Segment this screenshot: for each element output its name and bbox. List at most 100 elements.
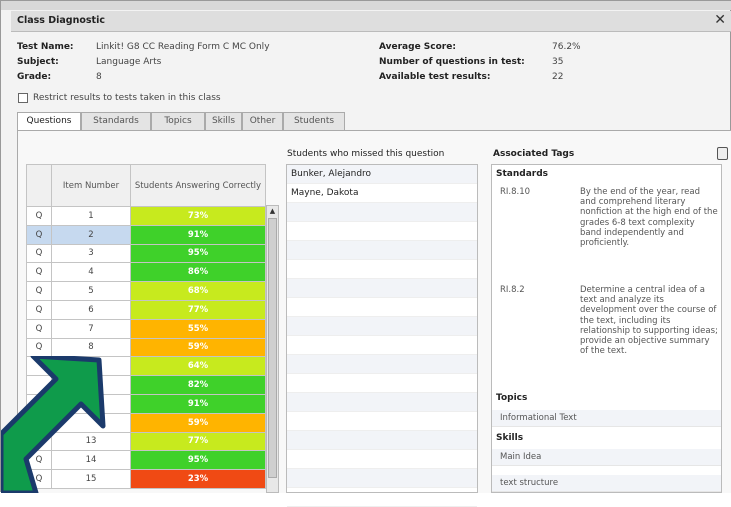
- question-icon[interactable]: Q: [26, 243, 52, 264]
- standard-code: RI.8.10: [500, 187, 531, 197]
- item-number: 8: [51, 337, 131, 358]
- grid-scrollbar[interactable]: ▲: [266, 205, 279, 493]
- question-icon[interactable]: Q: [26, 206, 52, 226]
- scroll-thumb[interactable]: [268, 218, 277, 478]
- empty-list-row: [287, 317, 477, 336]
- questions-value: 35: [552, 57, 564, 67]
- tab-questions[interactable]: Questions: [17, 112, 81, 132]
- percent-correct-cell: 73%: [130, 206, 266, 226]
- arrow-shape: [1, 356, 106, 493]
- empty-list-row: [287, 336, 477, 355]
- top-bar: [1, 1, 731, 10]
- question-row[interactable]: Q 4 86%: [26, 262, 266, 283]
- missed-student-item: Mayne, Dakota: [287, 184, 477, 203]
- empty-list-row: [287, 355, 477, 374]
- question-row[interactable]: Q 7 55%: [26, 318, 266, 339]
- item-number: 2: [51, 224, 131, 245]
- percent-correct-cell: 59%: [130, 337, 266, 358]
- empty-list-row: [287, 488, 477, 507]
- empty-list-row: [287, 203, 477, 222]
- empty-list-row: [287, 431, 477, 450]
- item-number-header[interactable]: Item Number: [51, 164, 131, 207]
- missed-header: Students who missed this question: [287, 149, 445, 159]
- empty-list-row: [287, 450, 477, 469]
- green-arrow-icon: [1, 356, 106, 493]
- skills-section-label: Skills: [496, 433, 524, 443]
- restrict-checkbox[interactable]: [18, 93, 28, 103]
- average-label: Average Score:: [379, 42, 456, 52]
- empty-list-row: [287, 260, 477, 279]
- subject-row: Subject: Language Arts: [17, 57, 161, 67]
- standard-description: By the end of the year, read and compreh…: [580, 187, 718, 249]
- question-icon[interactable]: Q: [26, 281, 52, 301]
- grade-row: Grade: 8: [17, 72, 102, 82]
- question-icon[interactable]: Q: [26, 262, 52, 283]
- results-row: Available test results:: [379, 72, 490, 82]
- tab-skills[interactable]: Skills: [205, 112, 242, 130]
- missed-students-list: Bunker, Alejandro Mayne, Dakota: [286, 164, 478, 507]
- test-name-label: Test Name:: [17, 42, 74, 52]
- empty-list-row: [287, 374, 477, 393]
- percent-correct-cell: 77%: [130, 299, 266, 320]
- tab-standards[interactable]: Standards: [81, 112, 151, 130]
- empty-list-row: [287, 298, 477, 317]
- question-row[interactable]: Q 8 59%: [26, 337, 266, 358]
- test-name-value: Linkit! G8 CC Reading Form C MC Only: [96, 42, 270, 52]
- q-column-header: [26, 164, 52, 207]
- question-row[interactable]: Q 6 77%: [26, 299, 266, 320]
- question-icon[interactable]: Q: [26, 299, 52, 320]
- export-icon[interactable]: [717, 147, 728, 160]
- students-correct-header[interactable]: Students Answering Correctly: [130, 164, 266, 207]
- tab-students[interactable]: Students: [283, 112, 345, 130]
- restrict-label: Restrict results to tests taken in this …: [33, 93, 221, 103]
- question-icon[interactable]: Q: [26, 318, 52, 339]
- grade-value: 8: [96, 72, 102, 82]
- question-row[interactable]: Q 5 68%: [26, 281, 266, 301]
- question-row[interactable]: Q 1 73%: [26, 206, 266, 226]
- tab-topics[interactable]: Topics: [151, 112, 205, 130]
- title-bar: Class Diagnostic ✕: [11, 11, 731, 32]
- empty-list-row: [287, 412, 477, 431]
- empty-list-row: [287, 393, 477, 412]
- questions-label: Number of questions in test:: [379, 57, 525, 67]
- item-number: 7: [51, 318, 131, 339]
- question-icon[interactable]: Q: [26, 337, 52, 358]
- results-label: Available test results:: [379, 72, 491, 82]
- subject-label: Subject:: [17, 57, 59, 67]
- empty-list-row: [287, 241, 477, 260]
- average-value: 76.2%: [552, 42, 581, 52]
- skill-item: Main Idea: [492, 449, 721, 466]
- skill-item: text structure: [492, 475, 721, 492]
- results-value: 22: [552, 72, 564, 82]
- empty-list-row: [287, 469, 477, 488]
- topic-item: Informational Text: [492, 410, 721, 427]
- scroll-up-icon[interactable]: ▲: [268, 207, 277, 216]
- topics-section-label: Topics: [496, 393, 528, 403]
- item-number: 1: [51, 206, 131, 226]
- question-row[interactable]: Q 2 91%: [26, 224, 266, 245]
- item-number: 4: [51, 262, 131, 283]
- tab-other[interactable]: Other: [242, 112, 283, 130]
- associated-tags-panel: Standards RI.8.10 By the end of the year…: [491, 164, 722, 493]
- empty-list-row: [287, 279, 477, 298]
- questions-row: Number of questions in test:: [379, 57, 525, 67]
- associated-tags-header: Associated Tags: [493, 149, 575, 159]
- item-number: 6: [51, 299, 131, 320]
- percent-correct-cell: 86%: [130, 262, 266, 283]
- standard-code: RI.8.2: [500, 285, 525, 295]
- missed-student-item: Bunker, Alejandro: [287, 165, 477, 184]
- class-diagnostic-window: Class Diagnostic ✕ Test Name: Linkit! G8…: [0, 0, 731, 507]
- grade-label: Grade:: [17, 72, 52, 82]
- item-number: 5: [51, 281, 131, 301]
- dialog-title: Class Diagnostic: [17, 15, 105, 26]
- question-icon[interactable]: Q: [26, 224, 52, 245]
- average-row: Average Score:: [379, 42, 456, 52]
- item-number: 3: [51, 243, 131, 264]
- percent-correct-cell: 68%: [130, 281, 266, 301]
- empty-list-row: [287, 222, 477, 241]
- test-name-row: Test Name: Linkit! G8 CC Reading Form C …: [17, 42, 270, 52]
- close-icon[interactable]: ✕: [714, 12, 726, 28]
- standard-description: Determine a central idea of a text and a…: [580, 285, 718, 357]
- percent-correct-cell: 91%: [130, 224, 266, 245]
- question-row[interactable]: Q 3 95%: [26, 243, 266, 264]
